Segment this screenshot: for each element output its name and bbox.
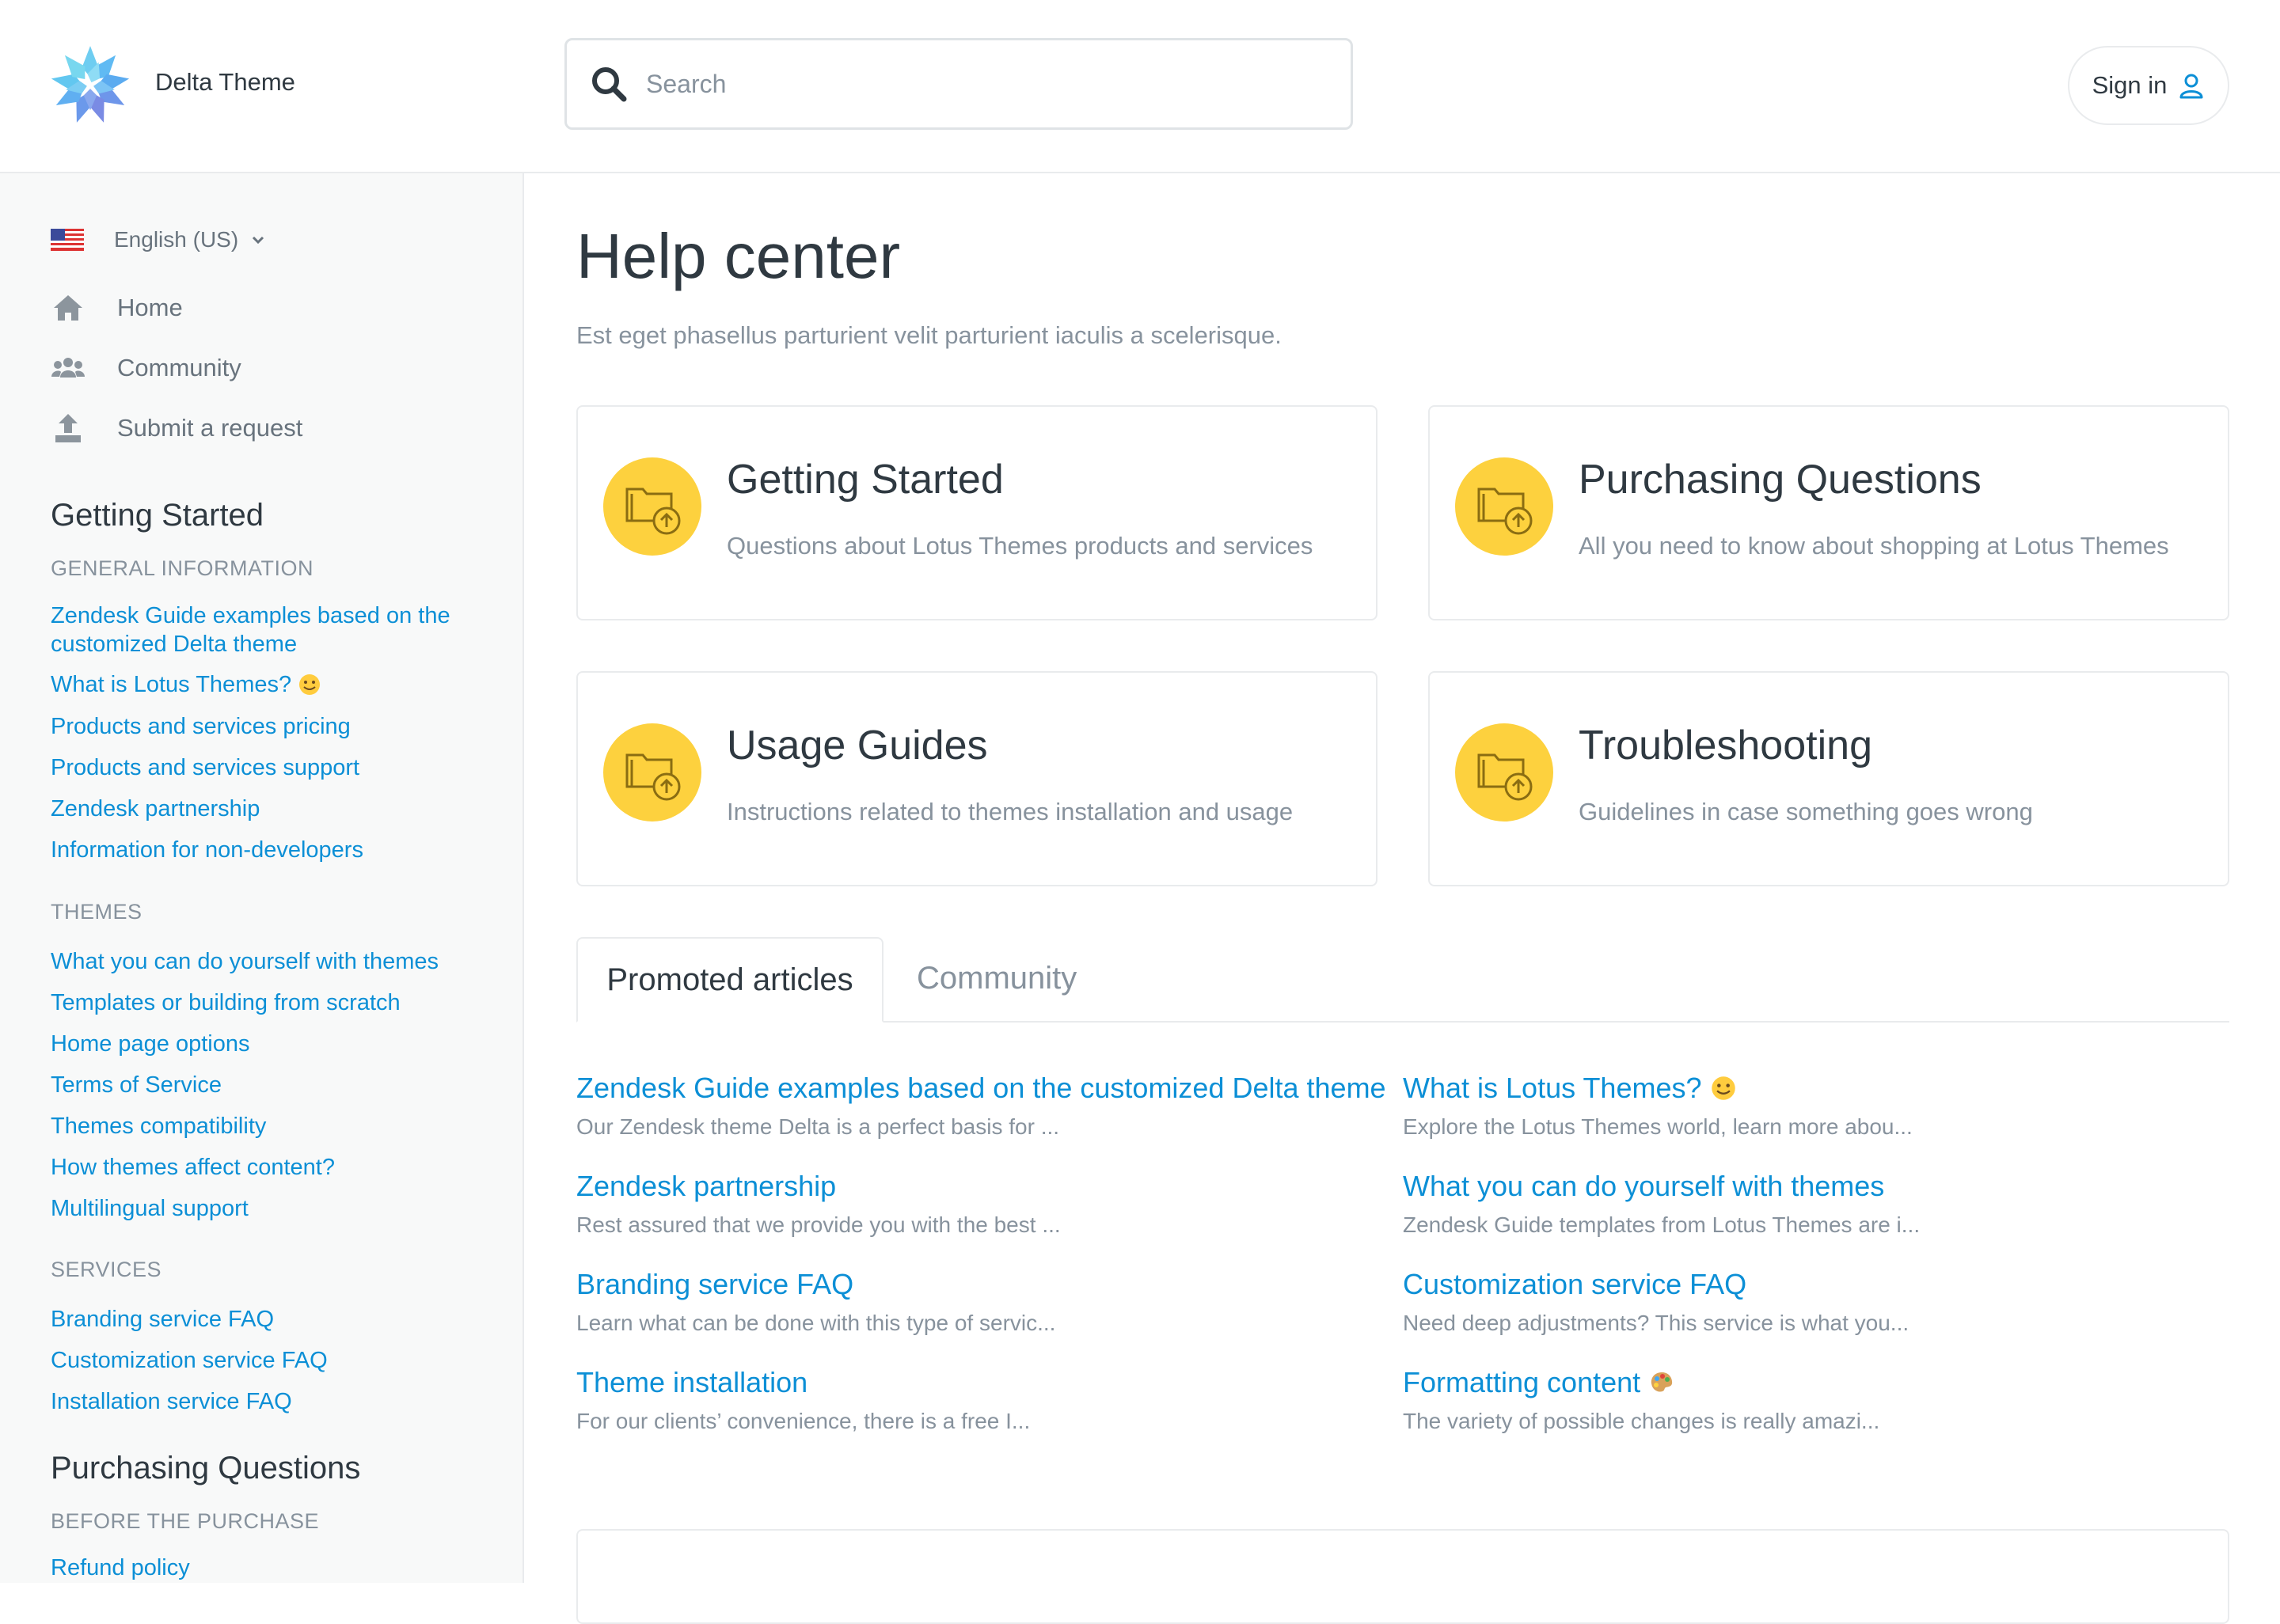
sidebar-section-caption[interactable]: SERVICES xyxy=(51,1258,162,1282)
category-description: Instructions related to themes installat… xyxy=(727,798,1294,825)
sidebar-section-title[interactable]: Purchasing Questions xyxy=(51,1451,360,1486)
sidebar-link[interactable]: Installation service FAQ xyxy=(51,1387,478,1416)
article-title: What is Lotus Themes? xyxy=(1403,1072,1702,1104)
article-title[interactable]: Zendesk Guide examples based on the cust… xyxy=(576,1072,1386,1105)
sidebar-link[interactable]: Branding service FAQ xyxy=(51,1305,478,1334)
article-title[interactable]: What you can do yourself with themes xyxy=(1403,1170,2210,1203)
article-title-row[interactable]: Formatting content xyxy=(1403,1366,2210,1399)
article-item[interactable]: What you can do yourself with themes Zen… xyxy=(1403,1170,2210,1238)
site-header: Delta Theme Sign in xyxy=(0,0,2280,173)
user-icon xyxy=(2179,74,2203,99)
article-title-row[interactable]: What is Lotus Themes? xyxy=(1403,1072,2210,1105)
search-box[interactable] xyxy=(564,38,1353,130)
sidebar-link[interactable]: Information for non-developers xyxy=(51,836,478,864)
sidebar-item-community[interactable]: Community xyxy=(51,351,241,385)
article-snippet: Our Zendesk theme Delta is a perfect bas… xyxy=(576,1114,1060,1139)
sidebar-link[interactable]: Refund policy xyxy=(51,1554,478,1582)
category-card-purchasing-questions[interactable]: Purchasing Questions All you need to kno… xyxy=(1428,405,2229,620)
article-snippet: Learn what can be done with this type of… xyxy=(576,1311,1056,1335)
bottom-section-card xyxy=(576,1529,2229,1624)
search-icon xyxy=(592,67,627,102)
smile-emoji-icon xyxy=(299,674,321,695)
article-item[interactable]: Zendesk partnership Rest assured that we… xyxy=(576,1170,1384,1238)
category-description: Questions about Lotus Themes products an… xyxy=(727,532,1313,560)
sidebar-link[interactable]: Products and services pricing xyxy=(51,712,478,741)
category-card-getting-started[interactable]: Getting Started Questions about Lotus Th… xyxy=(576,405,1378,620)
page-title: Help center xyxy=(576,221,901,291)
sidebar-item-submit-request[interactable]: Submit a request xyxy=(51,411,302,446)
sidebar-link[interactable]: What you can do yourself with themes xyxy=(51,947,478,976)
sidebar-link[interactable]: Products and services support xyxy=(51,753,478,782)
smile-emoji-icon xyxy=(1711,1076,1735,1100)
language-selector[interactable]: English (US) xyxy=(51,227,265,252)
article-title[interactable]: Zendesk partnership xyxy=(576,1170,1384,1203)
article-snippet: Zendesk Guide templates from Lotus Theme… xyxy=(1403,1212,1921,1237)
category-title: Troubleshooting xyxy=(1579,723,1872,768)
sidebar-link[interactable]: Zendesk Guide examples based on the cust… xyxy=(51,601,478,658)
sidebar-link[interactable]: How themes affect content? xyxy=(51,1153,478,1182)
sidebar-item-home[interactable]: Home xyxy=(51,290,183,325)
sidebar-section-title[interactable]: Getting Started xyxy=(51,498,264,533)
article-title[interactable]: Customization service FAQ xyxy=(1403,1268,2210,1301)
category-title: Purchasing Questions xyxy=(1579,457,1982,503)
category-card-usage-guides[interactable]: Usage Guides Instructions related to the… xyxy=(576,671,1378,886)
article-item[interactable]: What is Lotus Themes? Explore the Lotus … xyxy=(1403,1072,2210,1140)
tab-promoted-articles[interactable]: Promoted articles xyxy=(576,937,884,1023)
folder-upload-icon xyxy=(1455,723,1553,821)
sidebar-item-label: Home xyxy=(117,294,183,321)
article-title[interactable]: Theme installation xyxy=(576,1366,1384,1399)
page-description: Est eget phasellus parturient velit part… xyxy=(576,321,1282,349)
sign-in-button[interactable]: Sign in xyxy=(2068,46,2229,125)
sidebar-link-label: What is Lotus Themes? xyxy=(51,672,292,697)
article-item[interactable]: Branding service FAQ Learn what can be d… xyxy=(576,1268,1384,1336)
article-snippet: Rest assured that we provide you with th… xyxy=(576,1212,1061,1237)
article-title: Formatting content xyxy=(1403,1366,1641,1398)
category-description: Guidelines in case something goes wrong xyxy=(1579,798,2033,825)
brand-name[interactable]: Delta Theme xyxy=(155,68,295,97)
folder-upload-icon xyxy=(1455,457,1553,556)
sidebar-link[interactable]: Home page options xyxy=(51,1030,478,1058)
chevron-down-icon xyxy=(253,236,264,245)
sign-in-label: Sign in xyxy=(2092,71,2168,99)
category-title: Getting Started xyxy=(727,457,1004,503)
community-icon xyxy=(51,358,85,378)
language-label: English (US) xyxy=(114,227,239,252)
us-flag-icon xyxy=(51,229,84,251)
folder-upload-icon xyxy=(603,457,701,556)
article-item[interactable]: Theme installation For our clients’ conv… xyxy=(576,1366,1384,1434)
category-description: All you need to know about shopping at L… xyxy=(1579,532,2169,560)
category-title: Usage Guides xyxy=(727,723,988,768)
category-card-troubleshooting[interactable]: Troubleshooting Guidelines in case somet… xyxy=(1428,671,2229,886)
upload-icon xyxy=(55,414,81,442)
logo-icon[interactable] xyxy=(49,44,131,127)
article-snippet: For our clients’ convenience, there is a… xyxy=(576,1409,1031,1433)
sidebar-item-label: Submit a request xyxy=(117,414,303,442)
sidebar-link[interactable]: Customization service FAQ xyxy=(51,1346,478,1375)
article-item[interactable]: Formatting content The variety of possib… xyxy=(1403,1366,2210,1434)
article-item[interactable]: Zendesk Guide examples based on the cust… xyxy=(576,1072,1386,1140)
article-snippet: Need deep adjustments? This service is w… xyxy=(1403,1311,1910,1335)
sidebar-item-label: Community xyxy=(117,354,241,381)
sidebar-section-caption[interactable]: GENERAL INFORMATION xyxy=(51,556,314,581)
sidebar-link[interactable]: Terms of Service xyxy=(51,1071,478,1099)
folder-upload-icon xyxy=(603,723,701,821)
palette-emoji-icon xyxy=(1651,1372,1673,1392)
sidebar-link[interactable]: Templates or building from scratch xyxy=(51,988,478,1017)
home-icon xyxy=(54,295,82,321)
sidebar-link[interactable]: Themes compatibility xyxy=(51,1112,478,1140)
article-item[interactable]: Customization service FAQ Need deep adju… xyxy=(1403,1268,2210,1336)
article-snippet: Explore the Lotus Themes world, learn mo… xyxy=(1403,1114,1913,1139)
sidebar-section-caption[interactable]: BEFORE THE PURCHASE xyxy=(51,1509,319,1534)
search-input[interactable] xyxy=(644,59,1328,108)
tab-community[interactable]: Community xyxy=(917,961,1077,996)
sidebar-link[interactable]: Zendesk partnership xyxy=(51,795,478,823)
sidebar: English (US) Home Community Submit a req… xyxy=(0,173,524,1583)
article-title[interactable]: Branding service FAQ xyxy=(576,1268,1384,1301)
sidebar-link[interactable]: Multilingual support xyxy=(51,1194,478,1223)
sidebar-link[interactable]: What is Lotus Themes? xyxy=(51,670,478,699)
sidebar-section-caption[interactable]: THEMES xyxy=(51,900,142,924)
article-snippet: The variety of possible changes is reall… xyxy=(1403,1409,1880,1433)
